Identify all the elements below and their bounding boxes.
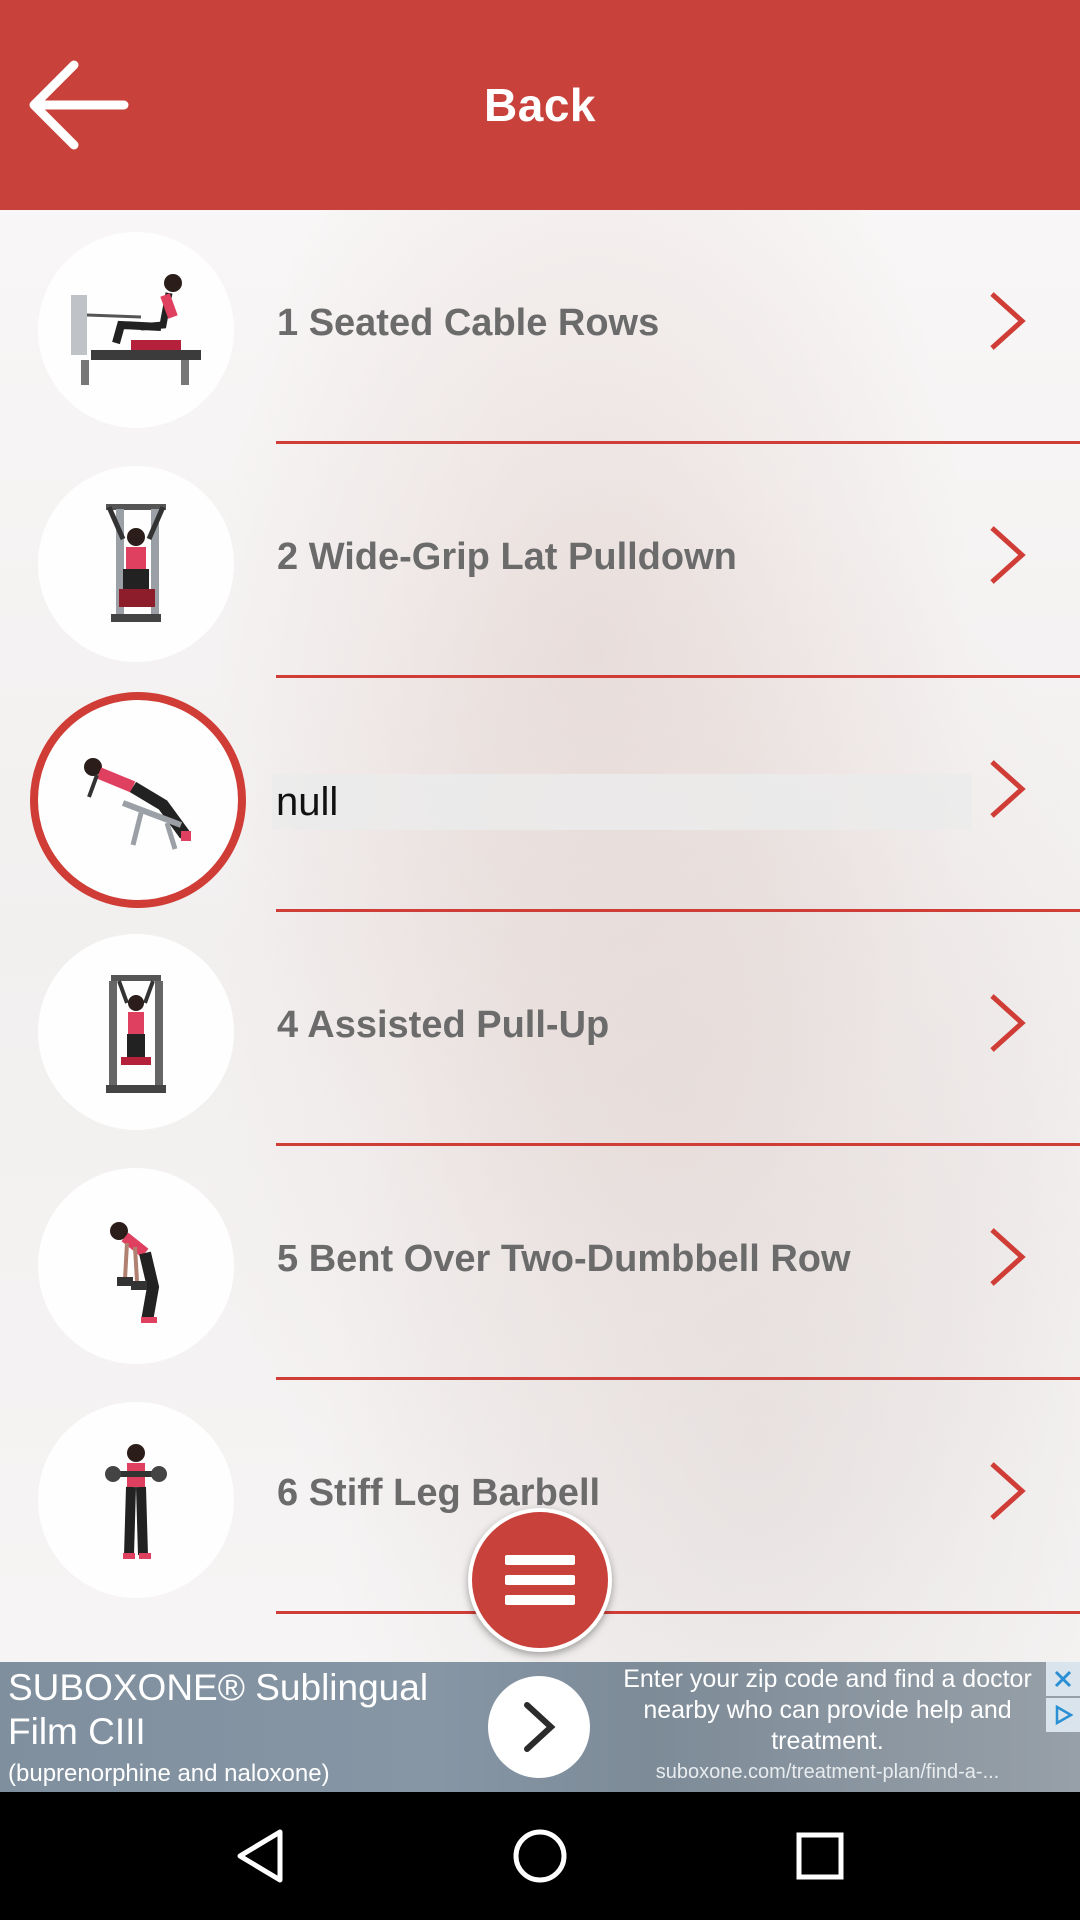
chevron-right-icon [990, 292, 1026, 350]
ad-go-button[interactable] [488, 1676, 590, 1778]
seated-cable-row-icon [38, 232, 234, 428]
recents-square-icon [796, 1832, 844, 1880]
nav-recents-button[interactable] [784, 1820, 856, 1892]
chevron-right-icon [524, 1702, 556, 1752]
ad-choices-icon[interactable] [1046, 1698, 1080, 1732]
exercise-label: 2 Wide-Grip Lat Pulldown [277, 536, 737, 578]
play-triangle-icon [1055, 1704, 1074, 1726]
chevron-right-icon [990, 994, 1026, 1052]
exercise-label: 4 Assisted Pull-Up [277, 1004, 610, 1046]
exercise-list: 1 Seated Cable Rows 2 Wide-Grip Lat Pull… [0, 210, 1080, 1614]
app-header: Back [0, 0, 1080, 210]
ad-title: SUBOXONE® Sublingual Film CIII [8, 1667, 429, 1752]
list-item[interactable]: 5 Bent Over Two-Dumbbell Row [0, 1146, 1080, 1380]
home-circle-icon [513, 1829, 567, 1883]
ad-url: suboxone.com/treatment-plan/find-a-... [655, 1761, 1000, 1783]
chevron-right-icon [990, 1462, 1026, 1520]
system-nav-bar [0, 1792, 1080, 1920]
assisted-pullup-icon [38, 934, 234, 1130]
list-item[interactable]: 1 Seated Cable Rows [0, 210, 1080, 444]
hamburger-icon [505, 1595, 575, 1605]
exercise-label: 1 Seated Cable Rows [277, 302, 660, 344]
menu-button[interactable] [468, 1508, 612, 1652]
ad-subtitle: (buprenorphine and naloxone) [8, 1760, 330, 1787]
page-title[interactable]: Back [484, 78, 596, 132]
back-extension-icon [30, 692, 246, 908]
chevron-right-icon [990, 760, 1026, 818]
dumbbell-row-icon [38, 1168, 234, 1364]
chevron-right-icon [990, 526, 1026, 584]
close-icon [1054, 1670, 1072, 1688]
exercise-label: 5 Bent Over Two-Dumbbell Row [277, 1238, 851, 1280]
nav-home-button[interactable] [504, 1820, 576, 1892]
list-item[interactable]: null [0, 678, 1080, 912]
hamburger-icon [505, 1575, 575, 1585]
back-arrow-icon[interactable] [24, 55, 134, 155]
ad-close-icon[interactable] [1046, 1662, 1080, 1696]
list-item[interactable]: 2 Wide-Grip Lat Pulldown [0, 444, 1080, 678]
list-item[interactable]: 4 Assisted Pull-Up [0, 912, 1080, 1146]
nav-back-button[interactable] [224, 1820, 296, 1892]
exercise-label: null [272, 774, 972, 830]
barbell-deadlift-icon [38, 1402, 234, 1598]
ad-banner[interactable]: SUBOXONE® Sublingual Film CIII (buprenor… [0, 1662, 1080, 1792]
ad-body: Enter your zip code and find a doctor ne… [623, 1665, 1032, 1755]
chevron-right-icon [990, 1228, 1026, 1286]
divider [276, 1611, 1080, 1614]
back-triangle-icon [237, 1829, 283, 1883]
hamburger-icon [505, 1555, 575, 1565]
ad-left: SUBOXONE® Sublingual Film CIII (buprenor… [8, 1666, 478, 1788]
ad-right: Enter your zip code and find a doctor ne… [600, 1664, 1055, 1784]
lat-pulldown-icon [38, 466, 234, 662]
